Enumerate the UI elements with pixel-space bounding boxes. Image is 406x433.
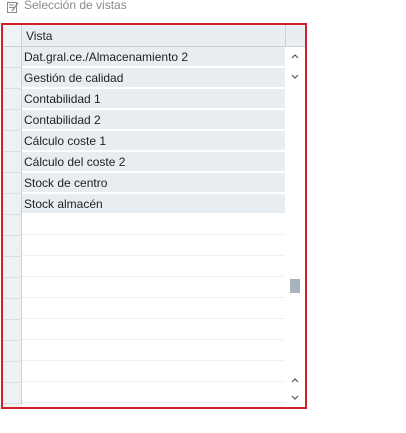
table-row[interactable]: Stock de centro: [22, 173, 285, 193]
row-selector[interactable]: [3, 110, 22, 131]
empty-row[interactable]: [22, 278, 285, 298]
dialog-title: Selección de vistas: [24, 0, 127, 12]
empty-row[interactable]: [22, 215, 285, 235]
select-all-button[interactable]: [3, 25, 22, 47]
row-selector[interactable]: [3, 68, 22, 89]
view-name: Cálculo coste 1: [24, 134, 107, 148]
row-selector[interactable]: [3, 278, 22, 299]
chevron-down-icon[interactable]: [289, 71, 301, 83]
table-row[interactable]: Cálculo coste 1: [22, 131, 285, 151]
row-selector[interactable]: [3, 383, 22, 404]
empty-row[interactable]: [22, 320, 285, 340]
empty-row[interactable]: [22, 257, 285, 277]
row-selector[interactable]: [3, 173, 22, 194]
empty-row[interactable]: [22, 362, 285, 382]
view-selection-dialog: Selección de vistas Vista Dat.gral.ce./A…: [0, 0, 406, 433]
row-selector[interactable]: [3, 257, 22, 278]
empty-row[interactable]: [22, 236, 285, 256]
edit-list-icon: [7, 0, 19, 13]
chevron-up-icon[interactable]: [289, 374, 301, 386]
title-bar: Selección de vistas: [0, 0, 406, 14]
row-selector[interactable]: [3, 215, 22, 236]
chevron-up-icon[interactable]: [289, 50, 301, 62]
row-selector[interactable]: [3, 236, 22, 257]
table-row[interactable]: Cálculo del coste 2: [22, 152, 285, 172]
table-row[interactable]: Gestión de calidad: [22, 68, 285, 88]
view-name: Contabilidad 2: [24, 113, 101, 127]
empty-row[interactable]: [22, 341, 285, 361]
table-row[interactable]: Stock almacén: [22, 194, 285, 214]
table-settings-corner[interactable]: [285, 25, 305, 47]
view-name: Dat.gral.ce./Almacenamiento 2: [24, 50, 189, 64]
table-row[interactable]: Contabilidad 1: [22, 89, 285, 109]
table-row[interactable]: Dat.gral.ce./Almacenamiento 2: [22, 47, 285, 67]
chevron-down-icon[interactable]: [289, 392, 301, 404]
scroll-thumb[interactable]: [290, 279, 300, 293]
view-name: Stock de centro: [24, 176, 108, 190]
row-selector[interactable]: [3, 194, 22, 215]
row-selector[interactable]: [3, 47, 22, 68]
column-header-vista[interactable]: Vista: [22, 25, 285, 47]
row-selector[interactable]: [3, 341, 22, 362]
row-selector[interactable]: [3, 362, 22, 383]
empty-row[interactable]: [22, 299, 285, 319]
view-name: Gestión de calidad: [24, 71, 124, 85]
vertical-scrollbar[interactable]: [285, 47, 305, 407]
row-selector[interactable]: [3, 320, 22, 341]
row-selector-column: [3, 25, 22, 407]
row-selector[interactable]: [3, 152, 22, 173]
view-name: Cálculo del coste 2: [24, 155, 126, 169]
table-row[interactable]: Contabilidad 2: [22, 110, 285, 130]
view-name: Contabilidad 1: [24, 92, 101, 106]
view-name: Stock almacén: [24, 197, 103, 211]
row-selector[interactable]: [3, 131, 22, 152]
views-table: Vista Dat.gral.ce./Almacenamiento 2 Gest…: [1, 23, 307, 409]
empty-row[interactable]: [22, 383, 285, 403]
row-selector[interactable]: [3, 299, 22, 320]
row-selector[interactable]: [3, 89, 22, 110]
column-title: Vista: [26, 29, 53, 43]
